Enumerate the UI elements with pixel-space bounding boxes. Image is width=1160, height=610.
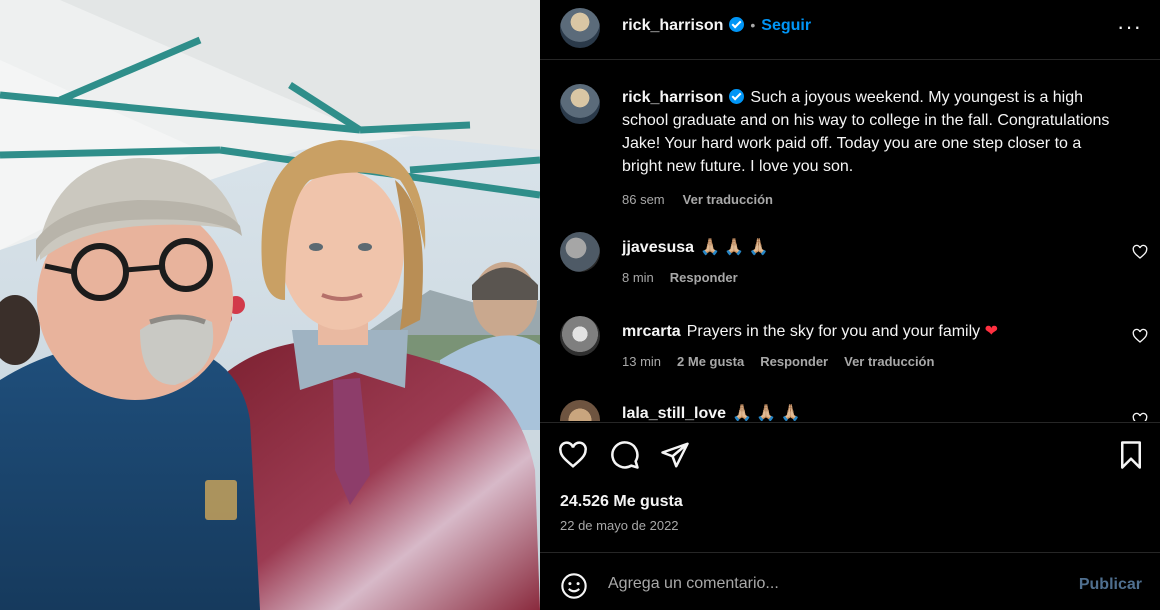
caption-avatar[interactable] — [560, 84, 600, 124]
comment-avatar[interactable] — [560, 316, 600, 356]
more-options-icon[interactable]: ··· — [1117, 14, 1142, 40]
comment-username[interactable]: lala_still_love — [622, 405, 726, 421]
caption-time: 86 sem — [622, 192, 665, 207]
comment-text: 🙏🏼 🙏🏼 🙏🏼 — [732, 405, 801, 421]
reply-link[interactable]: Responder — [670, 270, 738, 285]
emoji-icon[interactable] — [560, 572, 588, 600]
comments-scroll-clip: lala_still_love 🙏🏼 🙏🏼 🙏🏼 — [540, 398, 1160, 421]
comment-translate-link[interactable]: Ver traducción — [844, 354, 934, 369]
verified-badge-icon — [729, 17, 745, 32]
comment-username[interactable]: jjavesusa — [622, 239, 694, 256]
bookmark-icon[interactable] — [1116, 440, 1146, 470]
heart-icon[interactable] — [558, 440, 588, 470]
publish-button[interactable]: Publicar — [1079, 576, 1142, 594]
comment-text: 🙏🏼 🙏🏼 🙏🏼 — [700, 239, 769, 256]
caption-meta: 86 sem Ver traducción — [622, 188, 1122, 211]
comment-like-heart-icon[interactable] — [1132, 328, 1148, 344]
comment-text-line: jjavesusa 🙏🏼 🙏🏼 🙏🏼 — [622, 237, 769, 257]
comment-meta: 8 min Responder — [622, 270, 754, 285]
likes-count[interactable]: 24.526 Me gusta — [560, 493, 683, 511]
comment-text: Prayers in the sky for you and your fami… — [686, 323, 999, 340]
comment-like-heart-icon[interactable] — [1132, 244, 1148, 260]
divider — [540, 552, 1160, 553]
verified-badge-icon — [729, 89, 745, 104]
post-date: 22 de mayo de 2022 — [560, 518, 679, 533]
comment-text-line: mrcarta Prayers in the sky for you and yo… — [622, 321, 998, 341]
divider — [540, 422, 1160, 423]
comment-avatar[interactable] — [560, 400, 600, 421]
comment-like-heart-icon[interactable] — [1132, 412, 1148, 421]
caption-text-block: rick_harrison Such a joyous weekend. My y… — [622, 86, 1122, 211]
comment-avatar[interactable] — [560, 232, 600, 272]
add-comment-bar: Publicar — [540, 562, 1160, 610]
share-icon[interactable] — [660, 440, 690, 470]
caption-username[interactable]: rick_harrison — [622, 89, 723, 106]
comment-likes-count[interactable]: 2 Me gusta — [677, 354, 744, 369]
reply-link[interactable]: Responder — [760, 354, 828, 369]
comment-time: 13 min — [622, 354, 662, 369]
caption-translate-link[interactable]: Ver traducción — [683, 192, 773, 207]
comment-icon[interactable] — [610, 440, 640, 470]
post-panel: rick_harrison • Seguir ··· rick_harrison Su… — [540, 0, 1160, 610]
action-bar — [540, 438, 1160, 478]
author-avatar[interactable] — [560, 8, 600, 48]
comment-username[interactable]: mrcarta — [622, 323, 681, 340]
author-username[interactable]: rick_harrison — [622, 17, 723, 34]
comment-time: 8 min — [622, 270, 654, 285]
comment-meta: 13 min 2 Me gusta Responder Ver traducción — [622, 354, 950, 369]
separator-dot: • — [750, 17, 756, 33]
post-header: rick_harrison • Seguir ··· — [540, 0, 1160, 60]
photo-illustration — [0, 0, 540, 610]
follow-button[interactable]: Seguir — [761, 17, 811, 34]
post-photo[interactable] — [0, 0, 540, 610]
header-user-line: rick_harrison • Seguir — [622, 17, 811, 35]
comment-input[interactable] — [608, 575, 1048, 593]
comment-text-line: lala_still_love 🙏🏼 🙏🏼 🙏🏼 — [622, 403, 801, 421]
